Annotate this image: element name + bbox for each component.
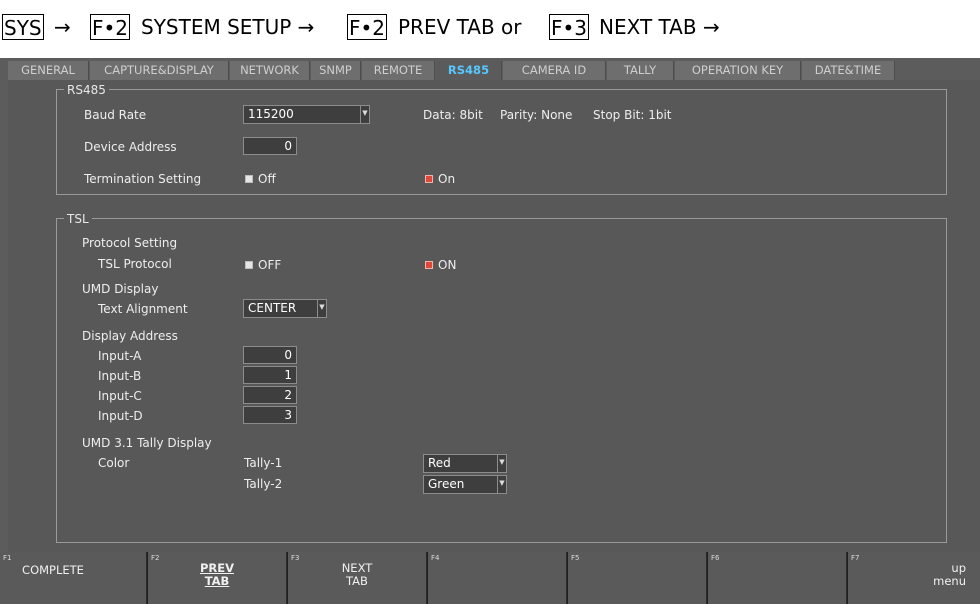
- input-d-field[interactable]: 3: [243, 406, 297, 424]
- f3-next-tab-button[interactable]: F3 NEXT TAB: [288, 552, 427, 604]
- tally-2-color-dropdown[interactable]: Green ▼: [423, 475, 507, 494]
- display-address-label: Display Address: [82, 329, 178, 343]
- tab-operation-key[interactable]: OPERATION KEY: [675, 61, 801, 80]
- input-a-label: Input-A: [98, 349, 142, 363]
- function-key-bar: F1 COMPLETE F2 PREV TAB F3 NEXT TAB F4 F…: [0, 552, 980, 604]
- f4-button[interactable]: F4: [428, 552, 567, 604]
- tally-1-label: Tally-1: [244, 456, 283, 470]
- chevron-down-icon: ▼: [497, 476, 506, 493]
- stop-bit-info: Stop Bit: 1bit: [593, 108, 672, 122]
- radio-indicator-icon: [245, 175, 253, 183]
- f5-button[interactable]: F5: [568, 552, 707, 604]
- step-next-tab: NEXT TAB →: [599, 15, 720, 39]
- tally-1-color-value: Red: [428, 456, 451, 470]
- data-bits-info: Data: 8bit: [423, 108, 483, 122]
- device-address-field[interactable]: 0: [243, 137, 297, 155]
- tally-2-label: Tally-2: [244, 477, 283, 491]
- tab-remote[interactable]: REMOTE: [362, 61, 435, 80]
- input-d-label: Input-D: [98, 409, 143, 423]
- termination-setting-label: Termination Setting: [84, 172, 202, 186]
- tab-camera-id[interactable]: CAMERA ID: [503, 61, 606, 80]
- radio-indicator-icon: [425, 261, 433, 269]
- tab-rs485[interactable]: RS485: [436, 61, 502, 80]
- input-c-field[interactable]: 2: [243, 386, 297, 404]
- umd-tally-display-label: UMD 3.1 Tally Display: [82, 436, 212, 450]
- baud-rate-dropdown[interactable]: 115200 ▼: [243, 105, 370, 124]
- input-b-field[interactable]: 1: [243, 366, 297, 384]
- rs485-title: RS485: [64, 83, 109, 97]
- tsl-title: TSL: [64, 212, 92, 226]
- input-a-field[interactable]: 0: [243, 346, 297, 364]
- tsl-protocol-label: TSL Protocol: [98, 257, 172, 271]
- tally-1-color-dropdown[interactable]: Red ▼: [423, 454, 507, 473]
- f7-up-menu-button[interactable]: F7 up menu: [848, 552, 980, 604]
- tab-tally[interactable]: TALLY: [607, 61, 674, 80]
- tsl-protocol-off-radio[interactable]: OFF: [245, 257, 281, 273]
- radio-indicator-icon: [245, 261, 253, 269]
- tab-snmp[interactable]: SNMP: [311, 61, 361, 80]
- tab-capture-display[interactable]: CAPTURE&DISPLAY: [90, 61, 229, 80]
- tsl-protocol-on-radio[interactable]: ON: [425, 257, 456, 273]
- tab-network[interactable]: NETWORK: [230, 61, 310, 80]
- umd-display-label: UMD Display: [82, 282, 159, 296]
- arrow: →: [54, 15, 71, 39]
- breadcrumb: SYS → F•2 SYSTEM SETUP → F•2 PREV TAB or…: [0, 0, 980, 58]
- protocol-setting-label: Protocol Setting: [82, 236, 178, 250]
- f3-key: F•3: [549, 14, 590, 40]
- parity-info: Parity: None: [500, 108, 573, 122]
- termination-off-radio[interactable]: Off: [245, 171, 276, 187]
- chevron-down-icon: ▼: [360, 106, 369, 123]
- step-prev-tab: PREV TAB or: [398, 15, 522, 39]
- text-alignment-dropdown[interactable]: CENTER ▼: [243, 299, 327, 318]
- input-c-label: Input-C: [98, 389, 142, 403]
- tab-bar: GENERAL CAPTURE&DISPLAY NETWORK SNMP REM…: [0, 58, 980, 80]
- f2-prev-tab-button[interactable]: F2 PREV TAB: [148, 552, 287, 604]
- f2-key: F•2: [90, 14, 131, 40]
- f1-complete-button[interactable]: F1 COMPLETE: [0, 552, 147, 604]
- color-label: Color: [98, 456, 130, 470]
- setup-screen: GENERAL CAPTURE&DISPLAY NETWORK SNMP REM…: [0, 58, 980, 604]
- f6-button[interactable]: F6: [708, 552, 847, 604]
- tab-date-time[interactable]: DATE&TIME: [802, 61, 895, 80]
- termination-on-radio[interactable]: On: [425, 171, 455, 187]
- f2-key: F•2: [347, 14, 388, 40]
- device-address-label: Device Address: [84, 140, 177, 154]
- baud-rate-value: 115200: [248, 107, 294, 121]
- sys-key: SYS: [2, 14, 44, 40]
- tsl-group: [56, 218, 947, 543]
- chevron-down-icon: ▼: [317, 300, 326, 317]
- baud-rate-label: Baud Rate: [84, 108, 147, 122]
- input-b-label: Input-B: [98, 369, 142, 383]
- settings-panel: RS485 Baud Rate 115200 ▼ Data: 8bit Pari…: [8, 80, 980, 552]
- tab-general[interactable]: GENERAL: [8, 61, 89, 80]
- step-system-setup: SYSTEM SETUP →: [141, 15, 315, 39]
- text-alignment-label: Text Alignment: [98, 302, 188, 316]
- text-alignment-value: CENTER: [248, 301, 297, 315]
- tally-2-color-value: Green: [428, 477, 465, 491]
- chevron-down-icon: ▼: [497, 455, 506, 472]
- radio-indicator-icon: [425, 175, 433, 183]
